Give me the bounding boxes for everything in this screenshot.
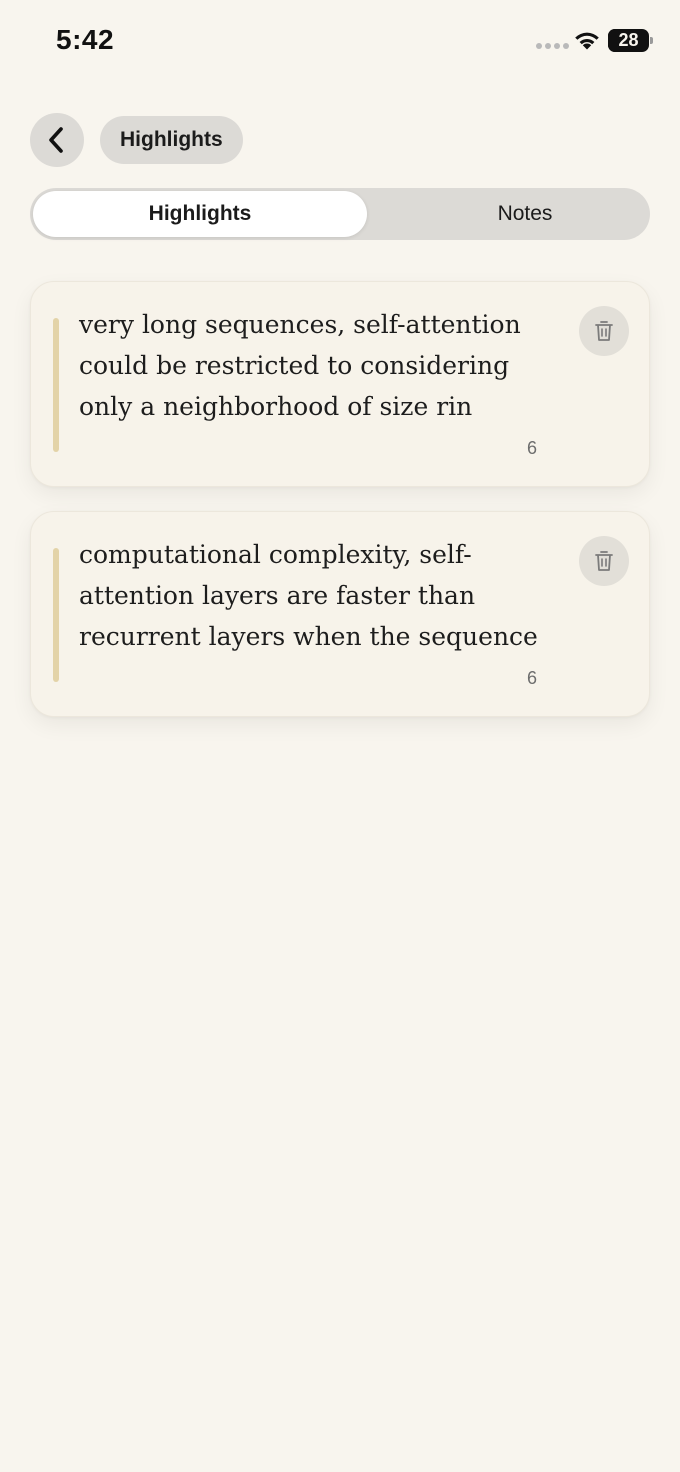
trash-icon [595,551,613,571]
delete-button[interactable] [579,306,629,356]
cellular-icon [536,43,569,49]
highlight-card[interactable]: very long sequences, self-attention coul… [30,281,650,487]
highlight-text: very long sequences, self-attention coul… [79,304,521,427]
highlight-text-line: very long sequences, self-attention [79,310,521,339]
page-title: Highlights [100,116,243,164]
highlight-text-line: could be restricted to considering [79,351,510,380]
tab-highlights[interactable]: Highlights [33,191,367,237]
highlight-text: computational complexity, self- attentio… [79,534,538,657]
page-number: 6 [527,438,538,458]
highlight-color-bar [53,548,59,682]
highlight-text-line: recurrent layers when the sequence [79,622,538,651]
delete-button[interactable] [579,536,629,586]
trash-icon [595,321,613,341]
highlight-card[interactable]: computational complexity, self- attentio… [30,511,650,717]
battery-icon: 28 [608,29,654,52]
highlight-color-bar [53,318,59,452]
tab-notes[interactable]: Notes [370,191,680,237]
highlight-text-line: computational complexity, self- [79,540,472,569]
page-number: 6 [527,668,538,688]
back-button[interactable] [30,113,84,167]
highlights-screen: 5:42 28 Highlights Highlights Notes very… [0,0,680,1472]
status-time: 5:42 [56,24,115,55]
battery-level: 28 [618,30,639,50]
status-bar: 5:42 28 [0,0,680,84]
chevron-left-icon [49,127,63,153]
segmented-control: Highlights Notes [30,188,650,240]
wifi-icon [575,32,599,50]
highlight-text-line: only a neighborhood of size rin [79,392,473,421]
highlight-text-line: attention layers are faster than [79,581,476,610]
